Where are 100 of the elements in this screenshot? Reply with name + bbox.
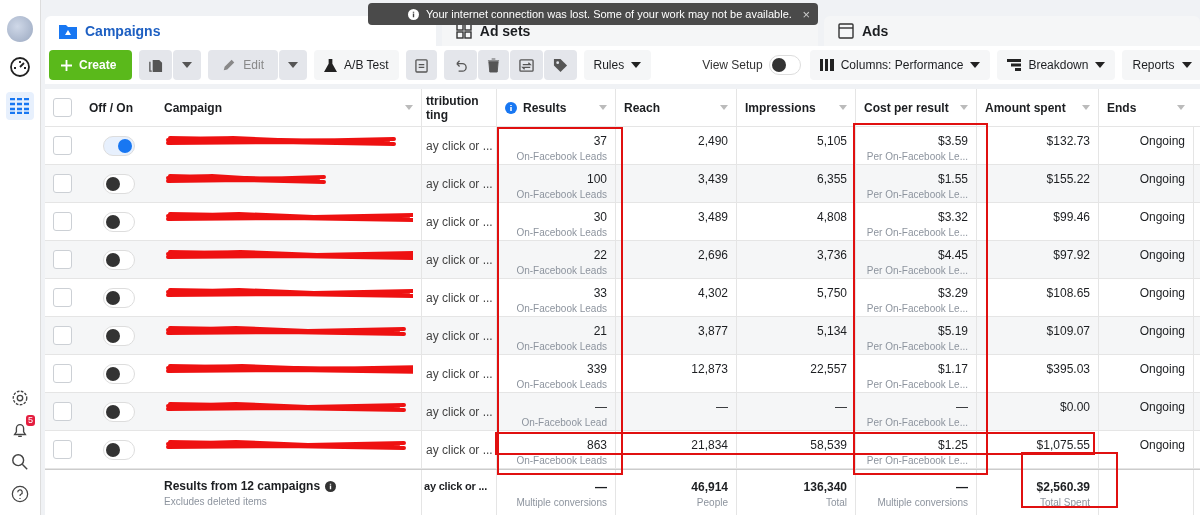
cost-label: Per On-Facebook Le...: [866, 455, 968, 466]
campaign-toggle[interactable]: [102, 401, 135, 422]
caret-icon: [288, 62, 299, 69]
ends-value: Ongoing: [1139, 362, 1185, 376]
cost-total-label: Multiple conversions: [877, 497, 968, 508]
cost-label: Per On-Facebook Le...: [866, 417, 968, 428]
column-header[interactable]: Results: [523, 100, 567, 115]
breakdown-button[interactable]: Breakdown: [997, 50, 1116, 81]
column-header[interactable]: Cost per result: [864, 100, 949, 115]
columns-button[interactable]: Columns: Performance: [809, 50, 991, 81]
attribution-cell: ay click or ...: [426, 138, 493, 153]
column-header[interactable]: Ends: [1107, 100, 1137, 115]
ab-test-button[interactable]: A/B Test: [314, 50, 399, 81]
results-value: —: [595, 400, 607, 414]
row-checkbox[interactable]: [53, 174, 72, 193]
row-checkbox[interactable]: [53, 250, 72, 269]
impressions-value: 4,808: [816, 210, 847, 224]
select-all-checkbox[interactable]: [53, 98, 72, 117]
cost-value: $3.32: [937, 210, 968, 224]
cost-value: —: [956, 400, 968, 414]
search-icon[interactable]: [11, 453, 29, 471]
gauge-icon[interactable]: [9, 56, 31, 78]
impressions-total: 136,340: [803, 480, 847, 494]
cost-label: Per On-Facebook Le...: [866, 341, 968, 352]
campaign-toggle[interactable]: [102, 287, 135, 308]
dropdown-button[interactable]: [279, 50, 308, 81]
cost-value: $4.45: [937, 248, 968, 262]
info-icon[interactable]: [325, 480, 337, 492]
amount-spent-value: $1,075.55: [1036, 438, 1090, 452]
duplicate-button[interactable]: [139, 50, 173, 81]
reports-button[interactable]: Reports: [1122, 50, 1200, 81]
cost-label: Per On-Facebook Le...: [866, 227, 968, 238]
amount-spent-value: $99.46: [1053, 210, 1090, 224]
swap-icon: [518, 57, 534, 73]
attribution-cell: ay click or ...: [426, 366, 493, 381]
settings-icon[interactable]: [11, 389, 29, 407]
campaign-toggle[interactable]: [102, 325, 135, 346]
caret-icon: [1095, 62, 1106, 69]
campaign-toggle[interactable]: [102, 363, 135, 384]
campaign-toggle[interactable]: [102, 439, 135, 460]
results-total-label: Multiple conversions: [516, 497, 607, 508]
campaign-toggle[interactable]: [102, 135, 135, 156]
row-checkbox[interactable]: [53, 288, 72, 307]
amount-spent-value: $108.65: [1046, 286, 1090, 300]
column-header[interactable]: Off / On: [89, 100, 133, 115]
attribution-cell: ay click or ...: [426, 442, 493, 457]
dropdown-button[interactable]: [173, 50, 202, 81]
column-header[interactable]: Reach: [624, 100, 661, 115]
help-icon[interactable]: [11, 485, 29, 503]
amount-spent-total-label: Total Spent: [1039, 497, 1090, 508]
reach-value: —: [716, 400, 728, 414]
results-value: 33: [593, 286, 607, 300]
row-checkbox[interactable]: [53, 136, 72, 155]
campaign-toggle[interactable]: [102, 173, 135, 194]
amount-spent-value: $395.03: [1046, 362, 1090, 376]
attribution-cell: ay click or ...: [426, 404, 493, 419]
summary-subtitle: Excludes deleted items: [164, 496, 267, 507]
row-checkbox[interactable]: [53, 440, 72, 459]
results-value: 37: [593, 134, 607, 148]
clipboard-button[interactable]: [405, 50, 437, 81]
swap-button[interactable]: [509, 50, 543, 81]
reach-value: 2,696: [697, 248, 728, 262]
notification-badge: 5: [26, 415, 35, 426]
amount-spent-value: $132.73: [1046, 134, 1090, 148]
column-header[interactable]: Impressions: [745, 100, 816, 115]
results-label: On-Facebook Leads: [516, 379, 607, 390]
ends-value: Ongoing: [1139, 248, 1185, 262]
campaign-toggle[interactable]: [102, 211, 135, 232]
reach-total-label: People: [696, 497, 728, 508]
tag-icon: [552, 57, 568, 73]
cost-label: Per On-Facebook Le...: [866, 303, 968, 314]
ends-value: Ongoing: [1139, 400, 1185, 414]
impressions-value: 5,134: [816, 324, 847, 338]
delete-button[interactable]: [477, 50, 509, 81]
rules-button[interactable]: Rules: [583, 50, 652, 81]
bell-icon[interactable]: [11, 421, 29, 439]
tag-button[interactable]: [543, 50, 577, 81]
row-checkbox[interactable]: [53, 212, 72, 231]
caret-icon: [631, 62, 642, 69]
reach-value: 3,877: [697, 324, 728, 338]
view-setup-label: View Setup: [702, 58, 763, 73]
attribution-cell: ay click or ...: [426, 252, 493, 267]
cost-value: $3.59: [937, 134, 968, 148]
row-checkbox[interactable]: [53, 402, 72, 421]
column-header[interactable]: Amount spent: [985, 100, 1066, 115]
tab[interactable]: Ads: [823, 16, 1200, 47]
pencil-icon: [222, 58, 237, 73]
row-checkbox[interactable]: [53, 364, 72, 383]
table-view-icon[interactable]: [6, 92, 34, 120]
undo-button[interactable]: [443, 50, 477, 81]
column-header[interactable]: ttribution ting: [426, 93, 479, 122]
campaign-toggle[interactable]: [102, 249, 135, 270]
view-setup-toggle[interactable]: [768, 55, 801, 76]
row-checkbox[interactable]: [53, 326, 72, 345]
column-header[interactable]: Campaign: [164, 100, 222, 115]
reach-value: 12,873: [691, 362, 728, 376]
amount-spent-total: $2,560.39: [1036, 480, 1090, 494]
trash-icon: [486, 57, 500, 73]
results-label: On-Facebook Leads: [516, 151, 607, 162]
plus-icon: [61, 59, 72, 71]
